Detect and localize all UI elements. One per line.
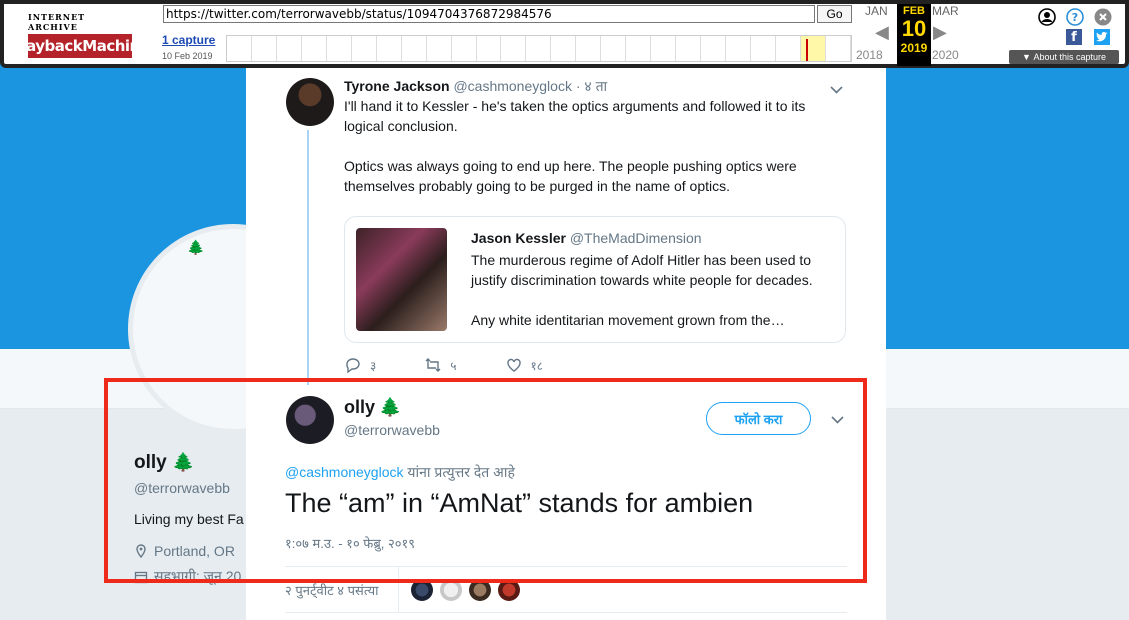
chevron-down-icon[interactable] [830, 82, 843, 97]
avatar[interactable] [498, 579, 520, 601]
reply-button[interactable]: ३ [344, 356, 376, 374]
divider [398, 567, 399, 613]
tweet-modal: Tyrone Jackson @cashmoneyglock · ४ ता I'… [246, 0, 886, 620]
tree-emoji-icon: 🌲 [187, 239, 205, 255]
quoted-author-name: Jason Kessler [471, 230, 566, 246]
profile-name: olly 🌲 [134, 452, 195, 473]
retweet-button[interactable]: ५ [424, 356, 457, 374]
avatar[interactable] [286, 78, 334, 126]
tweet-author-name[interactable]: Tyrone Jackson [344, 78, 450, 94]
close-icon[interactable] [1094, 8, 1112, 26]
avatar[interactable] [469, 579, 491, 601]
like-button[interactable]: १८ [505, 356, 543, 374]
tweet-actions: ३ ५ १८ [344, 356, 543, 374]
avatar[interactable] [440, 579, 462, 601]
thread-connector [307, 130, 309, 385]
help-icon[interactable]: ? [1066, 8, 1084, 26]
quoted-tweet[interactable]: Jason Kessler @TheMadDimension The murde… [344, 216, 846, 343]
tree-emoji-icon: 🌲 [379, 397, 402, 417]
chevron-down-icon[interactable] [831, 412, 844, 427]
quoted-tweet-header: Jason Kessler @TheMadDimension [471, 230, 702, 246]
follow-button[interactable]: फॉलो करा [706, 402, 811, 435]
quoted-tweet-image[interactable] [356, 228, 447, 331]
stats-counts[interactable]: २ पुनर्ट्वीट ४ पसंत्या [285, 581, 379, 599]
current-capture-date: FEB 10 2019 [897, 4, 931, 66]
next-year-label[interactable]: 2020 [932, 48, 959, 62]
tree-emoji-icon: 🌲 [172, 452, 195, 472]
profile-joined: सहभागी: जून 20 [134, 567, 246, 586]
about-capture-button[interactable]: ▼ About this capture [1009, 50, 1119, 64]
tweet-author-name[interactable]: olly 🌲 [344, 397, 401, 418]
tweet-stats: २ पुनर्ट्वीट ४ पसंत्या [285, 566, 847, 613]
twitter-icon[interactable] [1094, 29, 1110, 45]
user-account-icon[interactable] [1038, 8, 1056, 26]
tweet-author-handle[interactable]: @terrorwavebb [344, 422, 440, 438]
profile-bio: Living my best Fa [134, 511, 244, 527]
facebook-icon[interactable]: f [1066, 29, 1082, 45]
tweet-time[interactable]: · ४ ता [576, 78, 607, 94]
svg-text:?: ? [1072, 11, 1078, 24]
heart-icon [506, 358, 521, 372]
prev-month-label[interactable]: JAN [865, 4, 888, 18]
reply-icon [346, 358, 360, 374]
prev-arrow-icon[interactable]: ◀ [875, 22, 889, 43]
wayback-logo[interactable]: INTERNET ARCHIVE WaybackMachine [11, 12, 150, 58]
tweet-author-handle[interactable]: @cashmoneyglock [453, 78, 572, 94]
avatar[interactable] [286, 396, 334, 444]
quoted-tweet-text: The murderous regime of Adolf Hitler has… [471, 252, 813, 328]
go-button[interactable]: Go [817, 5, 852, 23]
next-month-label[interactable]: MAR [932, 4, 959, 18]
location-pin-icon [136, 544, 146, 558]
calendar-icon [134, 571, 148, 583]
capture-sparkline[interactable] [226, 35, 852, 62]
retweet-icon [425, 358, 441, 372]
capture-date: 10 Feb 2019 [162, 51, 213, 61]
tweet-text: I'll hand it to Kessler - he's taken the… [344, 98, 806, 194]
next-arrow-icon[interactable]: ▶ [933, 22, 947, 43]
wayback-toolbar: INTERNET ARCHIVE WaybackMachine https://… [0, 0, 1129, 68]
wayback-url-input[interactable]: https://twitter.com/terrorwavebb/status/… [163, 5, 815, 23]
captures-link[interactable]: 1 capture [162, 33, 215, 47]
tweet-header: Tyrone Jackson @cashmoneyglock · ४ ता [344, 77, 607, 96]
tweet-text: The “am” in “AmNat” stands for ambien [285, 488, 754, 518]
quoted-author-handle: @TheMadDimension [569, 230, 702, 246]
capture-marker [806, 39, 808, 61]
prev-year-label[interactable]: 2018 [856, 48, 883, 62]
profile-card: olly 🌲 @terrorwavebb Living my best Fa P… [134, 452, 254, 586]
replying-to: @cashmoneyglock यांना प्रत्युत्तर देत आह… [285, 464, 515, 480]
replying-to-link[interactable]: @cashmoneyglock [285, 464, 404, 480]
profile-handle: @terrorwavebb [134, 480, 230, 496]
tweet-timestamp[interactable]: १:०७ म.उ. - १० फेब्रु, २०१९ [285, 534, 415, 552]
profile-location: Portland, OR [134, 543, 254, 559]
avatar[interactable] [411, 579, 433, 601]
